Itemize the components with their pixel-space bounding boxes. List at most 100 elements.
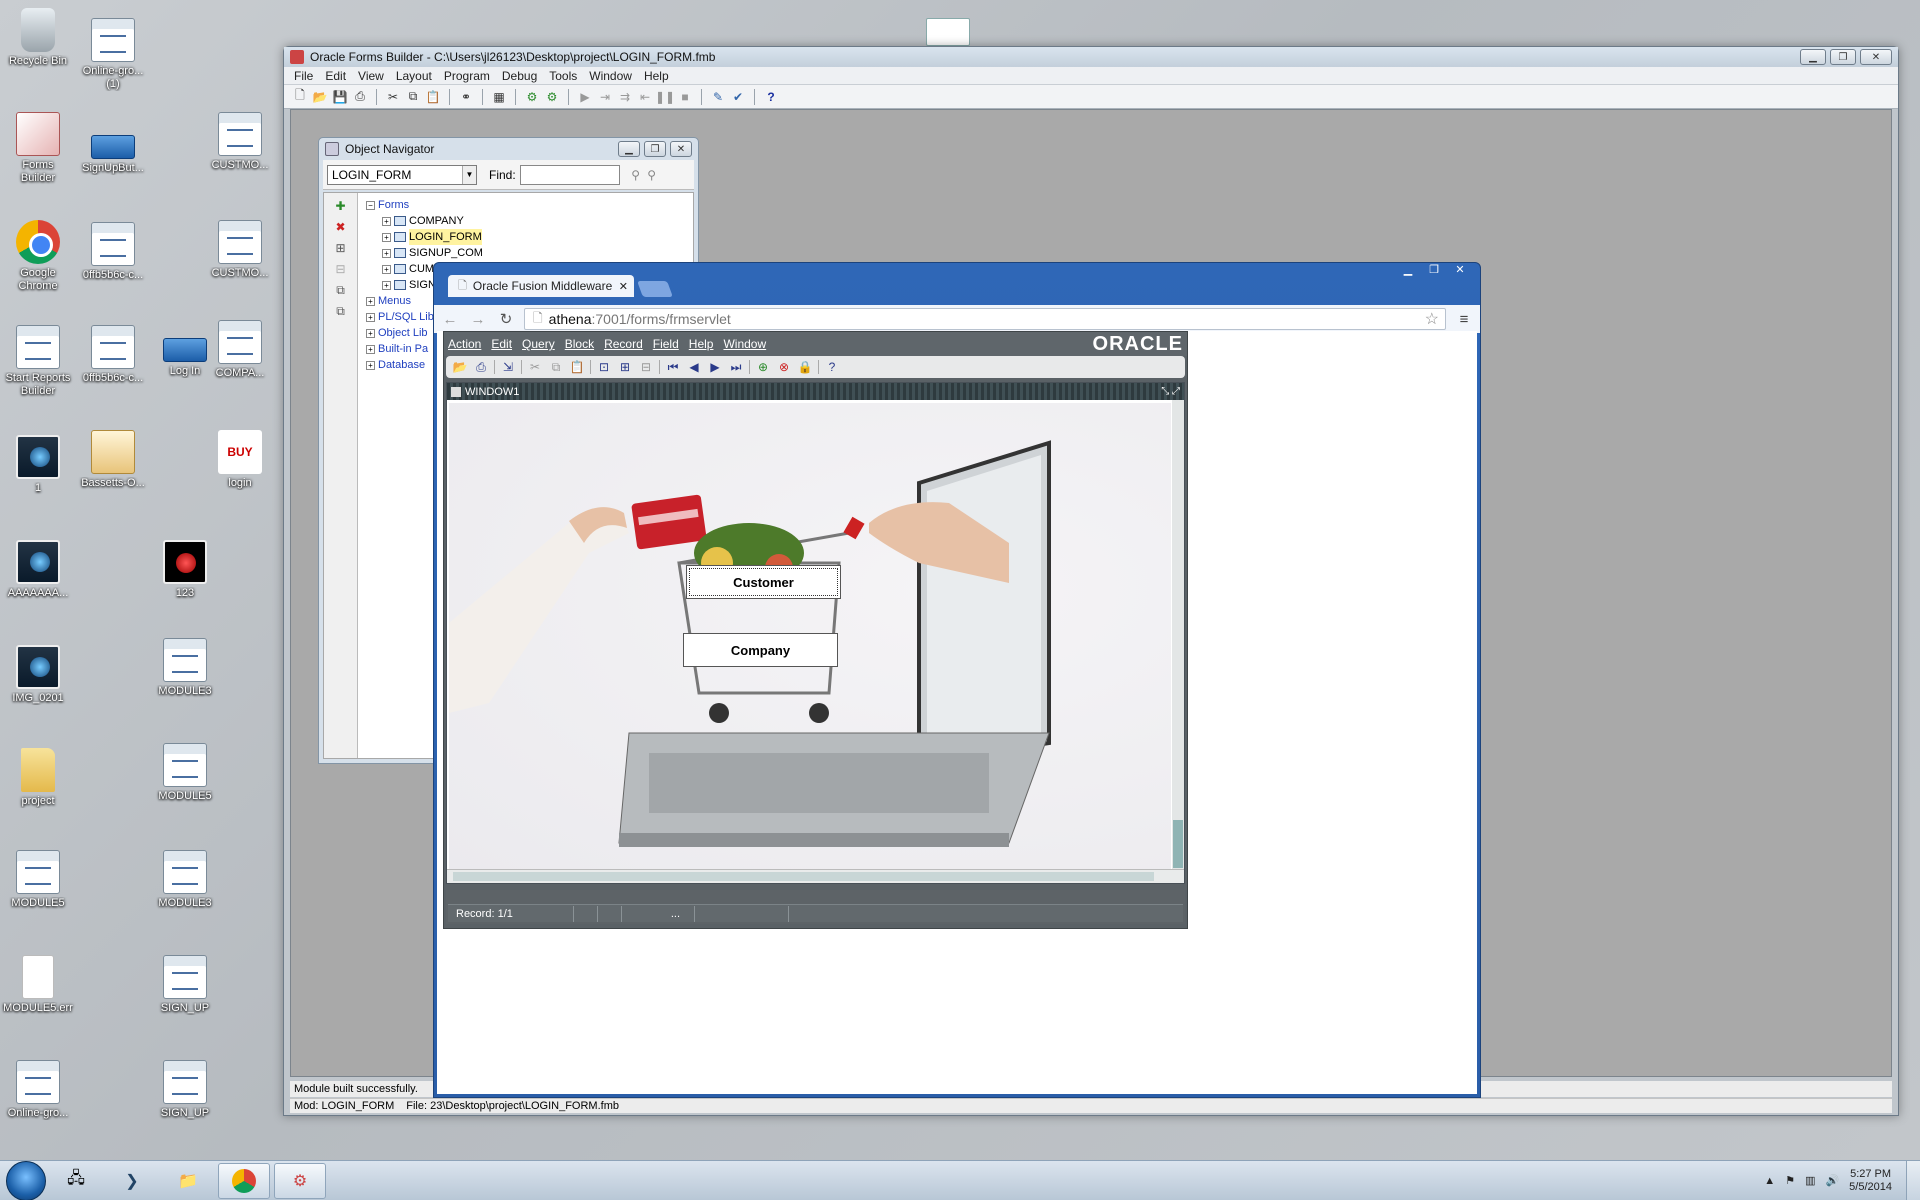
- connect-icon[interactable]: ⚭: [458, 89, 474, 105]
- cancel-query-icon[interactable]: ⊟: [638, 359, 654, 375]
- step-over-icon[interactable]: ⇉: [617, 89, 633, 105]
- nav-maximize-button[interactable]: ❐: [644, 141, 666, 157]
- expand-node-icon[interactable]: +: [366, 360, 375, 370]
- chevron-down-icon[interactable]: ▼: [462, 165, 476, 184]
- find-next-icon[interactable]: ⚲: [644, 167, 660, 183]
- previous-record-icon[interactable]: ◀: [686, 359, 702, 375]
- horizontal-scrollbar[interactable]: [447, 869, 1184, 883]
- menu-window[interactable]: Window: [589, 69, 632, 83]
- browser-titlebar[interactable]: 🗋 Oracle Fusion Middleware ✕ ▁ ❐ ✕: [434, 263, 1480, 297]
- next-block-icon[interactable]: ⏭: [728, 359, 744, 375]
- menu-record[interactable]: Record: [604, 337, 643, 351]
- delete-record-icon[interactable]: ⊗: [776, 359, 792, 375]
- tab-close-icon[interactable]: ✕: [619, 280, 628, 293]
- maximize-button[interactable]: ❐: [1830, 49, 1856, 65]
- address-bar[interactable]: 🗋 athena:7001/forms/frmservlet ☆: [524, 308, 1446, 330]
- volume-icon[interactable]: 🔊: [1825, 1174, 1839, 1187]
- tree-node[interactable]: + SIGNUP_COM: [366, 245, 483, 261]
- open-icon[interactable]: 📂: [312, 89, 328, 105]
- menu-edit[interactable]: Edit: [491, 337, 512, 351]
- menu-help[interactable]: Help: [689, 337, 714, 351]
- desktop-icon[interactable]: COMPA...: [195, 320, 285, 380]
- tree-node[interactable]: + LOGIN_FORM: [366, 229, 483, 245]
- lock-record-icon[interactable]: 🔒: [797, 359, 813, 375]
- module-combo[interactable]: LOGIN_FORM ▼: [327, 164, 477, 185]
- expand-node-icon[interactable]: +: [366, 312, 375, 322]
- taskbar-forms-builder-icon[interactable]: ⚙: [274, 1162, 326, 1199]
- paste-icon[interactable]: 📋: [425, 89, 441, 105]
- nav-minimize-button[interactable]: ▁: [618, 141, 640, 157]
- copy-icon[interactable]: ⧉: [548, 359, 564, 375]
- expand-node-icon[interactable]: +: [366, 296, 375, 306]
- minimize-button[interactable]: ▁: [1800, 49, 1826, 65]
- desktop-icon[interactable]: MODULE3: [140, 638, 230, 698]
- menu-query[interactable]: Query: [522, 337, 555, 351]
- delete-icon[interactable]: ✖: [324, 220, 357, 235]
- customer-button[interactable]: Customer: [686, 565, 841, 599]
- find-input[interactable]: [519, 164, 620, 185]
- browser-minimize-button[interactable]: ▁: [1396, 263, 1420, 279]
- check-icon[interactable]: ✔: [730, 89, 746, 105]
- menu-edit[interactable]: Edit: [325, 69, 346, 83]
- step-icon[interactable]: ⇥: [597, 89, 613, 105]
- collapse-node-icon[interactable]: −: [366, 200, 375, 210]
- insert-record-icon[interactable]: ⊕: [755, 359, 771, 375]
- menu-window[interactable]: Window: [723, 337, 766, 351]
- go-icon[interactable]: ▶: [577, 89, 593, 105]
- enter-query-icon[interactable]: ⊡: [596, 359, 612, 375]
- debug-icon[interactable]: ⚙: [544, 89, 560, 105]
- step-out-icon[interactable]: ⇤: [637, 89, 653, 105]
- menu-tools[interactable]: Tools: [549, 69, 577, 83]
- wizard-icon[interactable]: ✎: [710, 89, 726, 105]
- desktop-icon[interactable]: project: [0, 748, 83, 808]
- forward-icon[interactable]: →: [468, 311, 488, 328]
- desktop-icon[interactable]: 123: [140, 540, 230, 600]
- bookmark-star-icon[interactable]: ☆: [1425, 309, 1439, 329]
- top-taskbar-thumbnail[interactable]: [926, 18, 970, 46]
- next-record-icon[interactable]: ▶: [707, 359, 723, 375]
- desktop-icon[interactable]: Online-gro... (1): [68, 18, 158, 91]
- network-icon[interactable]: ▥: [1805, 1174, 1815, 1187]
- find-prev-icon[interactable]: ⚲: [628, 167, 644, 183]
- paste-icon[interactable]: 📋: [569, 359, 585, 375]
- save-icon[interactable]: 📂: [452, 359, 468, 375]
- expand-node-icon[interactable]: +: [382, 280, 391, 290]
- desktop-icon[interactable]: 0ffb5b6c-c...: [68, 222, 158, 282]
- company-button[interactable]: Company: [683, 633, 838, 667]
- menu-layout[interactable]: Layout: [396, 69, 432, 83]
- action-center-icon[interactable]: ⚑: [1785, 1174, 1795, 1187]
- expand-icon[interactable]: ⊞: [324, 241, 357, 256]
- browser-tab[interactable]: 🗋 Oracle Fusion Middleware ✕: [448, 275, 634, 297]
- run-form-icon[interactable]: ⚙: [524, 89, 540, 105]
- desktop-icon[interactable]: Online-gro...: [0, 1060, 83, 1120]
- forms-builder-titlebar[interactable]: Oracle Forms Builder - C:\Users\jl26123\…: [284, 47, 1898, 67]
- print-icon[interactable]: ⎙: [473, 359, 489, 375]
- print-icon[interactable]: ⎙: [352, 89, 368, 105]
- desktop-icon[interactable]: CUSTMO...: [195, 112, 285, 172]
- expand-node-icon[interactable]: +: [382, 216, 391, 226]
- start-button[interactable]: [6, 1160, 46, 1200]
- menu-action[interactable]: Action: [448, 337, 481, 351]
- collapse-icon[interactable]: ⊟: [324, 262, 357, 277]
- taskbar-network-icon[interactable]: 🖧: [50, 1163, 102, 1199]
- menu-file[interactable]: File: [294, 69, 313, 83]
- pause-icon[interactable]: ❚❚: [655, 89, 675, 105]
- tray-expand-icon[interactable]: ▲: [1764, 1175, 1775, 1187]
- desktop-icon[interactable]: MODULE5: [140, 743, 230, 803]
- tree-node[interactable]: − Forms: [366, 197, 483, 213]
- vertical-scrollbar[interactable]: [1172, 400, 1184, 870]
- compile-icon[interactable]: ▦: [491, 89, 507, 105]
- desktop-icon[interactable]: SIGN_UP: [140, 955, 230, 1015]
- desktop-icon[interactable]: SIGN_UP: [140, 1060, 230, 1120]
- show-desktop-button[interactable]: [1906, 1160, 1920, 1200]
- menu-program[interactable]: Program: [444, 69, 490, 83]
- close-button[interactable]: ✕: [1860, 49, 1892, 65]
- taskbar-powershell-icon[interactable]: ❯: [106, 1163, 158, 1199]
- back-icon[interactable]: ←: [440, 311, 460, 328]
- menu-icon[interactable]: ≡: [1454, 311, 1474, 328]
- nav-close-button[interactable]: ✕: [670, 141, 692, 157]
- help-icon[interactable]: ?: [824, 359, 840, 375]
- desktop-icon[interactable]: BUY login: [195, 430, 285, 490]
- new-icon[interactable]: 🗋: [292, 88, 308, 105]
- menu-help[interactable]: Help: [644, 69, 669, 83]
